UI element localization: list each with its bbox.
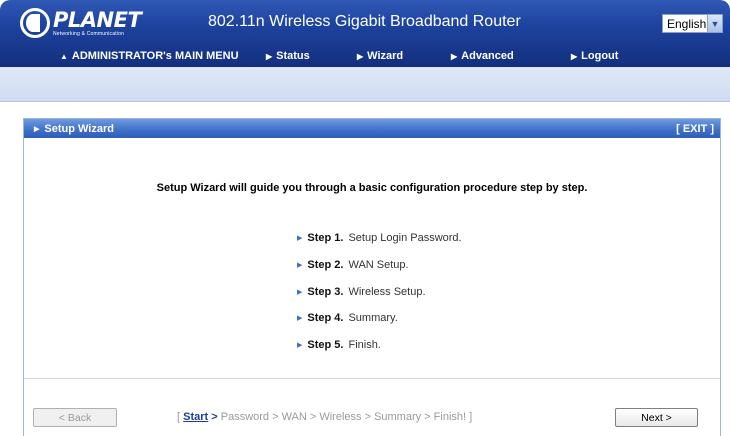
step-number: Step 4. (307, 312, 344, 325)
step-text: Wireless Setup. (348, 285, 426, 298)
step-number: Step 5. (307, 339, 344, 352)
step-text: Summary. (348, 312, 398, 325)
exit-link[interactable]: [ EXIT ] (676, 123, 714, 135)
arrow-right-icon: ▶ (357, 51, 364, 61)
header-bar: PLANET Networking & Communication 802.11… (0, 0, 730, 67)
breadcrumb-remaining-steps: Password > WAN > Wireless > Summary > Fi… (220, 411, 473, 423)
arrow-right-icon: ▶ (297, 342, 303, 350)
arrow-right-icon: ▶ (571, 51, 578, 61)
panel-header: ▶ Setup Wizard [ EXIT ] (24, 119, 720, 138)
step-text: WAN Setup. (348, 259, 409, 272)
menu-item-label: Wizard (367, 50, 404, 62)
menu-item-wizard[interactable]: ▶ Wizard (357, 50, 403, 62)
chevron-down-icon[interactable]: ▼ (707, 15, 722, 32)
arrow-right-icon: ▶ (297, 288, 303, 296)
back-button[interactable]: < Back (33, 408, 117, 427)
menu-item-status[interactable]: ▶ Status (266, 50, 310, 62)
product-title: 802.11n Wireless Gigabit Broadband Route… (208, 13, 521, 30)
logo-tagline: Networking & Communication (53, 30, 125, 37)
wizard-progress-breadcrumb: [ Start > Password > WAN > Wireless > Su… (177, 411, 472, 423)
menu-item-logout[interactable]: ▶ Logout (571, 50, 618, 62)
logo-name: PLANET (53, 7, 142, 32)
list-item: ▶ Step 2. WAN Setup. (297, 252, 462, 279)
divider (24, 378, 720, 379)
list-item: ▶ Step 3. Wireless Setup. (297, 278, 462, 305)
menu-item-label: Status (276, 50, 310, 62)
planet-logo: PLANET Networking & Communication (20, 5, 142, 41)
setup-wizard-panel: ▶ Setup Wizard [ EXIT ] Setup Wizard wil… (23, 118, 721, 436)
step-number: Step 2. (307, 259, 344, 272)
menu-item-label: ADMINISTRATOR's MAIN MENU (71, 50, 239, 62)
user-icon: ▲ (60, 51, 68, 61)
sub-header-band (0, 67, 730, 102)
list-item: ▶ Step 5. Finish. (297, 332, 462, 359)
panel-title: Setup Wizard (44, 122, 114, 135)
menu-item-admin[interactable]: ▲ ADMINISTRATOR's MAIN MENU (60, 50, 239, 62)
menu-item-advanced[interactable]: ▶ Advanced (451, 50, 514, 62)
arrow-right-icon: ▶ (34, 125, 40, 133)
list-item: ▶ Step 4. Summary. (297, 305, 462, 332)
arrow-right-icon: ▶ (297, 262, 303, 270)
breadcrumb-separator: > (208, 411, 221, 423)
menu-item-label: Advanced (461, 50, 514, 62)
arrow-right-icon: ▶ (297, 235, 303, 243)
step-text: Setup Login Password. (348, 232, 462, 245)
menu-item-label: Logout (581, 50, 619, 62)
step-number: Step 3. (307, 285, 344, 298)
language-value: English (667, 16, 707, 31)
step-number: Step 1. (307, 232, 344, 245)
step-text: Finish. (348, 339, 381, 352)
main-menu: ▲ ADMINISTRATOR's MAIN MENU ▶ Status ▶ W… (0, 46, 730, 67)
arrow-right-icon: ▶ (451, 51, 458, 61)
list-item: ▶ Step 1. Setup Login Password. (297, 225, 462, 252)
arrow-right-icon: ▶ (266, 51, 273, 61)
wizard-steps-list: ▶ Step 1. Setup Login Password. ▶ Step 2… (297, 225, 462, 358)
planet-logo-icon (20, 8, 50, 38)
breadcrumb-current-step[interactable]: Start (183, 411, 208, 423)
arrow-right-icon: ▶ (297, 315, 303, 323)
next-button[interactable]: Next > (615, 408, 698, 427)
wizard-intro: Setup Wizard will guide you through a ba… (156, 182, 588, 194)
language-select[interactable]: English ▼ (662, 14, 723, 33)
